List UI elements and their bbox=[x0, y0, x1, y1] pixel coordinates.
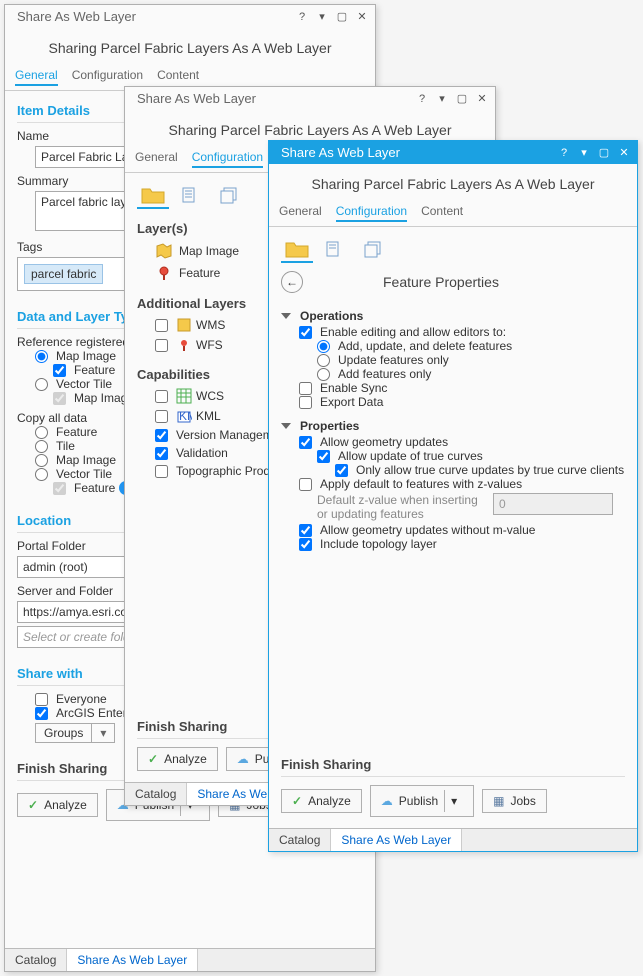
back-button[interactable]: ← bbox=[281, 271, 303, 293]
help-icon[interactable]: ? bbox=[295, 10, 309, 24]
tab-configuration[interactable]: Configuration bbox=[336, 202, 407, 222]
stack-icon[interactable] bbox=[213, 183, 245, 209]
feature-props-title: Feature Properties bbox=[383, 274, 499, 290]
folder-icon[interactable] bbox=[137, 183, 169, 209]
maximize-icon[interactable]: ▢ bbox=[335, 10, 349, 24]
check-feature-2: Feature bbox=[53, 481, 115, 495]
close-icon[interactable]: ✕ bbox=[475, 92, 489, 106]
window-title: Share As Web Layer bbox=[275, 145, 551, 160]
bottom-tabs: Catalog Share As Web Layer bbox=[269, 828, 637, 851]
default-z-input bbox=[493, 493, 613, 515]
bottom-tabs: Catalog Share As Web Layer bbox=[5, 948, 375, 971]
operations-header: Operations bbox=[300, 309, 363, 323]
publish-button[interactable]: ☁Publish▾ bbox=[370, 785, 474, 817]
document-icon[interactable] bbox=[175, 183, 207, 209]
radio-add-only[interactable]: Add features only bbox=[317, 367, 625, 381]
wcs-icon bbox=[176, 388, 192, 404]
close-icon[interactable]: ✕ bbox=[355, 10, 369, 24]
help-icon[interactable]: ? bbox=[557, 146, 571, 160]
check-enable-sync[interactable]: Enable Sync bbox=[299, 381, 625, 395]
window-title: Share As Web Layer bbox=[11, 9, 289, 24]
radio-add-update-delete[interactable]: Add, update, and delete features bbox=[317, 339, 625, 353]
menu-icon[interactable]: ▾ bbox=[577, 146, 591, 160]
folder-icon[interactable] bbox=[281, 237, 313, 263]
document-icon[interactable] bbox=[319, 237, 351, 263]
close-icon[interactable]: ✕ bbox=[617, 146, 631, 160]
bottom-tab-catalog[interactable]: Catalog bbox=[5, 949, 67, 971]
svg-text:KML: KML bbox=[179, 409, 192, 423]
kml-icon: KML bbox=[176, 408, 192, 424]
titlebar: Share As Web Layer ? ▾ ▢ ✕ bbox=[125, 87, 495, 110]
chevron-down-icon[interactable] bbox=[281, 423, 291, 429]
tab-general[interactable]: General bbox=[135, 148, 178, 168]
jobs-button[interactable]: ▦Jobs bbox=[482, 789, 547, 813]
map-image-icon bbox=[155, 242, 173, 260]
bottom-tab-share[interactable]: Share As Web Layer bbox=[331, 829, 462, 851]
titlebar-active: Share As Web Layer ? ▾ ▢ ✕ bbox=[269, 141, 637, 164]
menu-icon[interactable]: ▾ bbox=[315, 10, 329, 24]
titlebar: Share As Web Layer ? ▾ ▢ ✕ bbox=[5, 5, 375, 28]
bottom-tab-catalog[interactable]: Catalog bbox=[269, 829, 331, 851]
analyze-button[interactable]: ✓Analyze bbox=[281, 789, 362, 813]
check-wfs[interactable]: WFS bbox=[155, 337, 223, 353]
layer-type-icons bbox=[269, 227, 637, 263]
feature-icon bbox=[155, 264, 173, 282]
check-include-topology[interactable]: Include topology layer bbox=[299, 537, 625, 551]
wms-icon bbox=[176, 317, 192, 333]
tab-configuration[interactable]: Configuration bbox=[72, 66, 143, 86]
groups-dropdown[interactable]: Groups▾ bbox=[35, 723, 115, 743]
tab-content[interactable]: Content bbox=[157, 66, 199, 86]
properties-header: Properties bbox=[300, 419, 359, 433]
subtitle: Sharing Parcel Fabric Layers As A Web La… bbox=[269, 164, 637, 202]
stack-icon[interactable] bbox=[357, 237, 389, 263]
help-icon[interactable]: ? bbox=[415, 92, 429, 106]
maximize-icon[interactable]: ▢ bbox=[597, 146, 611, 160]
tab-content[interactable]: Content bbox=[421, 202, 463, 222]
share-panel-feature-props: Share As Web Layer ? ▾ ▢ ✕ Sharing Parce… bbox=[268, 140, 638, 852]
check-apply-default-z[interactable]: Apply default to features with z-values bbox=[299, 477, 625, 491]
check-validation[interactable]: Validation bbox=[155, 446, 228, 460]
check-only-true-curve[interactable]: Only allow true curve updates by true cu… bbox=[335, 463, 625, 477]
tab-configuration[interactable]: Configuration bbox=[192, 148, 263, 168]
check-allow-geom[interactable]: Allow geometry updates bbox=[299, 435, 625, 449]
check-enable-editing[interactable]: Enable editing and allow editors to: bbox=[299, 325, 625, 339]
analyze-button[interactable]: ✓Analyze bbox=[137, 747, 218, 771]
check-true-curves[interactable]: Allow update of true curves bbox=[317, 449, 625, 463]
tag-chip[interactable]: parcel fabric bbox=[24, 264, 103, 284]
bottom-tab-share[interactable]: Share As Web Layer bbox=[67, 949, 198, 971]
check-wcs[interactable]: WCS bbox=[155, 388, 224, 404]
maximize-icon[interactable]: ▢ bbox=[455, 92, 469, 106]
bottom-tab-catalog[interactable]: Catalog bbox=[125, 783, 187, 805]
subtitle: Sharing Parcel Fabric Layers As A Web La… bbox=[5, 28, 375, 66]
check-kml[interactable]: KMLKML bbox=[155, 408, 221, 424]
chevron-down-icon[interactable] bbox=[281, 313, 291, 319]
tabs: General Configuration Content bbox=[269, 202, 637, 227]
menu-icon[interactable]: ▾ bbox=[435, 92, 449, 106]
window-title: Share As Web Layer bbox=[131, 91, 409, 106]
finish-sharing-header: Finish Sharing bbox=[281, 757, 625, 772]
radio-update-only[interactable]: Update features only bbox=[317, 353, 625, 367]
check-export-data[interactable]: Export Data bbox=[299, 395, 625, 409]
analyze-button[interactable]: ✓Analyze bbox=[17, 793, 98, 817]
tab-general[interactable]: General bbox=[15, 66, 58, 86]
check-allow-m-value[interactable]: Allow geometry updates without m-value bbox=[299, 523, 625, 537]
check-wms[interactable]: WMS bbox=[155, 317, 225, 333]
default-z-label: Default z-value when inserting or updati… bbox=[317, 493, 487, 521]
tab-general[interactable]: General bbox=[279, 202, 322, 222]
wfs-icon bbox=[176, 337, 192, 353]
